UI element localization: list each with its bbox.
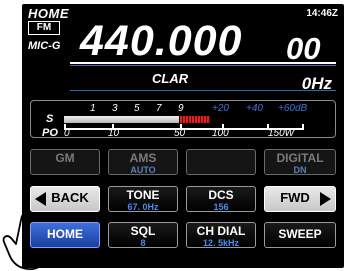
frequency-main: 440.000 (80, 17, 243, 65)
po-meter-label: PO (42, 127, 58, 139)
radio-screen: HOME 14:46Z FM MIC-G 440.000 00 CLAR 0Hz… (0, 0, 348, 271)
po-tick: 10 (108, 128, 120, 139)
s-meter-peak (180, 116, 210, 123)
mic-gain-bar (70, 62, 336, 64)
dcs-value: 156 (213, 202, 229, 212)
mode-title: HOME (28, 6, 69, 21)
ch-dial-button[interactable]: CH DIAL 12. 5kHz (186, 222, 256, 248)
ams-label: AMS (129, 151, 157, 165)
tone-label: TONE (126, 188, 160, 202)
gm-icon: GM (55, 151, 75, 165)
back-arrow-icon (35, 192, 46, 206)
back-button[interactable]: BACK (30, 186, 100, 212)
home-button[interactable]: HOME (30, 222, 100, 248)
digital-button[interactable]: DIGITAL DN (264, 149, 336, 175)
mic-gain-underline (70, 65, 336, 66)
sweep-button[interactable]: SWEEP (264, 222, 336, 248)
s-tick: 7 (156, 103, 162, 114)
clock: 14:46Z (306, 8, 338, 19)
sql-label: SQL (130, 224, 156, 238)
sweep-label: SWEEP (278, 227, 322, 241)
mic-gain-label: MIC-G (28, 40, 61, 52)
forward-arrow-icon (320, 192, 331, 206)
sql-value: 8 (140, 238, 146, 248)
s-meter-bar (64, 116, 179, 123)
fwd-button[interactable]: FWD (264, 186, 336, 212)
s-plus-tick: +60dB (278, 103, 308, 114)
sql-button[interactable]: SQL 8 (108, 222, 178, 248)
dcs-label: DCS (208, 188, 234, 202)
s-tick: 3 (112, 103, 118, 114)
s-tick: 5 (134, 103, 140, 114)
digital-value: DN (293, 165, 307, 175)
clock-time: 14:46 (306, 8, 332, 19)
lcd-display: HOME 14:46Z FM MIC-G 440.000 00 CLAR 0Hz… (22, 4, 344, 268)
ams-button[interactable]: AMS AUTO (108, 149, 178, 175)
s-plus-tick: +20 (212, 103, 229, 114)
s-tick: 9 (178, 103, 184, 114)
clar-label: CLAR (152, 71, 189, 86)
home-label: HOME (47, 227, 83, 241)
ch-dial-value: 12. 5kHz (202, 238, 240, 248)
s-meter-label: S (46, 113, 54, 125)
clar-underline (70, 90, 336, 91)
digital-label: DIGITAL (276, 151, 324, 165)
tone-value: 67. 0Hz (127, 202, 159, 212)
mode-badge: FM (28, 21, 60, 35)
po-tick: 150W (268, 128, 295, 139)
s-plus-tick: +40 (246, 103, 263, 114)
tone-button[interactable]: TONE 67. 0Hz (108, 186, 178, 212)
s-tick: 1 (90, 103, 96, 114)
po-tick: 0 (64, 128, 70, 139)
dcs-button[interactable]: DCS 156 (186, 186, 256, 212)
gm-button[interactable]: GM (30, 149, 100, 175)
ch-dial-label: CH DIAL (196, 224, 246, 238)
clock-tz: Z (331, 8, 338, 19)
po-tick: 50 (174, 128, 186, 139)
clar-value: 0Hz (301, 74, 332, 93)
po-scale-tick (302, 124, 304, 128)
ams-value: AUTO (130, 165, 156, 175)
po-tick: 100 (212, 128, 229, 139)
blank-button[interactable] (186, 149, 256, 175)
